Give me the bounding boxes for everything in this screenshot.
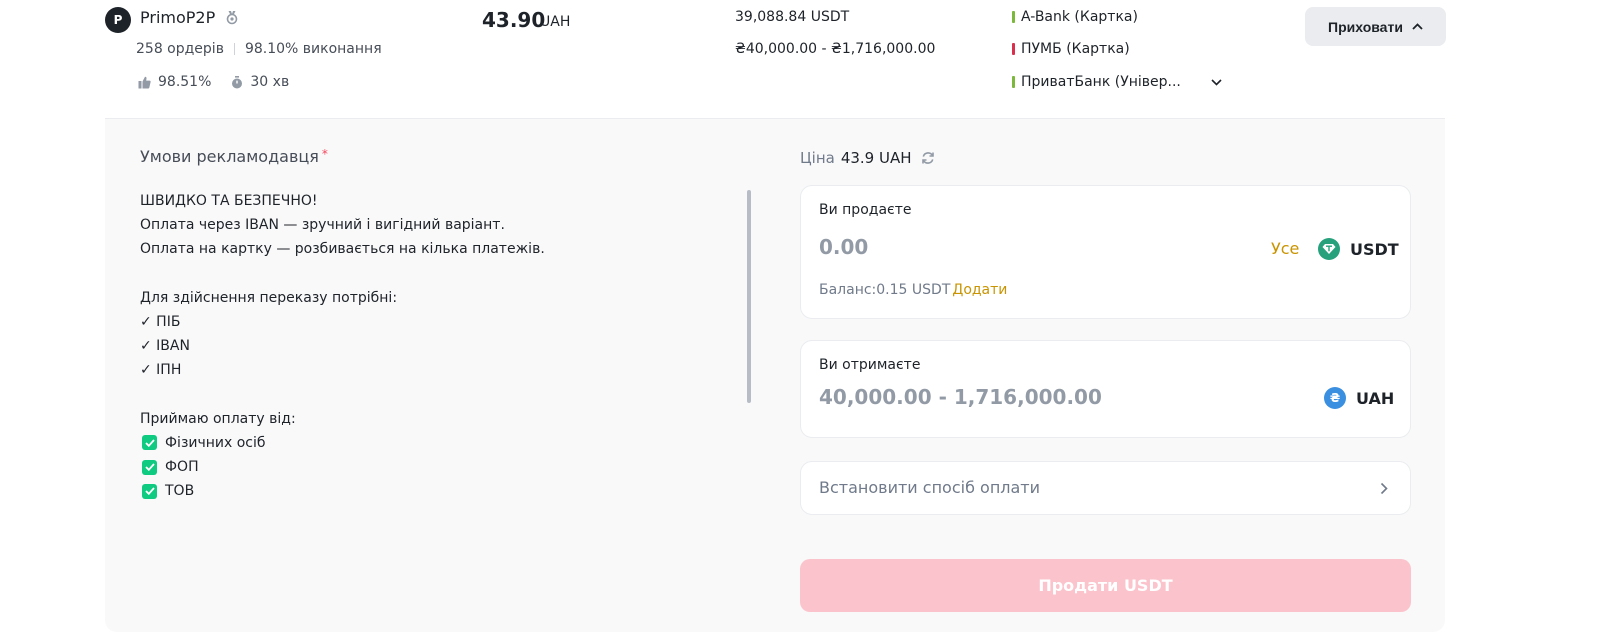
price-label: Ціна — [800, 149, 835, 167]
checkbox-checked-icon — [142, 435, 157, 451]
chevron-down-icon[interactable] — [1211, 78, 1222, 86]
sell-amount-box: Ви продаєте Усе USDT Баланс:0.15 USDTДод… — [800, 185, 1411, 319]
terms-line: ШВИДКО ТА БЕЗПЕЧНО! — [140, 189, 730, 213]
form-price: Ціна 43.9 UAH — [800, 149, 935, 167]
chevron-up-icon — [1412, 23, 1423, 30]
sell-usdt-button[interactable]: Продати USDT — [800, 559, 1411, 612]
terms-line-text: Оплата через IBAN — зручний і вигідний в… — [140, 217, 505, 234]
offer-row: P PrimoP2P 258 ордерів 98.10% виконання … — [0, 0, 1600, 118]
merchant-stats: 258 ордерів 98.10% виконання — [136, 41, 382, 57]
receive-amount-box: Ви отримаєте ₴ UAH — [800, 340, 1411, 438]
terms-checked-item: ФОП — [140, 455, 730, 479]
receive-currency: ₴ UAH — [1324, 387, 1394, 409]
payment-method-label: A-Bank (Картка) — [1021, 9, 1138, 25]
hide-offer-button[interactable]: Приховати — [1305, 7, 1446, 46]
refresh-icon[interactable] — [921, 151, 935, 165]
terms-line: ✓ ІПН — [140, 358, 730, 382]
payment-method-placeholder: Встановити спосіб оплати — [819, 478, 1041, 497]
timer-icon — [232, 75, 243, 88]
available-amount: 39,088.84 USDT — [735, 9, 850, 25]
terms-line-text: Фізичних осіб — [165, 434, 266, 451]
terms-line-text: ✓ ПІБ — [140, 313, 181, 330]
sell-currency-label: USDT — [1350, 239, 1399, 259]
terms-line: ✓ IBAN — [140, 334, 730, 358]
payment-method-pumb: ПУМБ (Картка) — [1012, 41, 1130, 57]
positive-rate: 98.51% — [158, 74, 212, 90]
terms-checked-item: Фізичних осіб — [140, 431, 730, 455]
completion-rate: 98.10% виконання — [244, 41, 382, 57]
payment-color-bar — [1012, 43, 1015, 55]
payment-method-label: ПриватБанк (Універ... — [1021, 74, 1181, 90]
checkbox-checked-icon — [142, 459, 157, 475]
price-value: 43.9 UAH — [840, 149, 912, 167]
advertiser-terms-title: Умови рекламодавця * — [140, 147, 328, 166]
receive-amount-input[interactable] — [819, 385, 1199, 409]
terms-line-text: ✓ ІПН — [140, 362, 182, 379]
payment-method-abank: A-Bank (Картка) — [1012, 9, 1138, 25]
sell-all-link[interactable]: Усе — [1271, 239, 1299, 258]
payment-color-bar — [1012, 76, 1015, 88]
terms-scrollbar[interactable] — [747, 190, 751, 403]
set-payment-method-selector[interactable]: Встановити спосіб оплати — [800, 461, 1411, 515]
advertiser-terms-text: ШВИДКО ТА БЕЗПЕЧНО! Оплата через IBAN — з… — [140, 189, 730, 503]
merchant-metrics: 98.51% 30 хв — [138, 74, 289, 90]
terms-line-text: ФОП — [165, 459, 199, 476]
sell-label: Ви продаєте — [819, 202, 912, 218]
terms-line-text: Оплата на картку — розбивається на кільк… — [140, 241, 545, 258]
sell-currency[interactable]: USDT — [1318, 238, 1399, 260]
order-limits: ₴40,000.00 - ₴1,716,000.00 — [735, 41, 936, 57]
checkbox-checked-icon — [142, 483, 157, 499]
terms-blank-line — [140, 262, 730, 286]
terms-line-text: ✓ IBAN — [140, 338, 190, 355]
balance-text: Баланс:0.15 USDT — [819, 282, 951, 298]
sell-amount-input[interactable] — [819, 235, 1199, 259]
terms-line-text: Для здійснення переказу потрібні: — [140, 289, 398, 306]
terms-line-text: ТОВ — [165, 483, 195, 500]
terms-line: Оплата через IBAN — зручний і вигідний в… — [140, 213, 730, 237]
merchant-name[interactable]: PrimoP2P — [140, 8, 215, 27]
avg-pay-time: 30 хв — [250, 74, 290, 90]
hide-button-label: Приховати — [1328, 18, 1403, 35]
hryvnia-coin-icon: ₴ — [1324, 387, 1346, 409]
terms-line: Для здійснення переказу потрібні: — [140, 286, 730, 310]
terms-line: Оплата на картку — розбивається на кільк… — [140, 237, 730, 261]
terms-checked-item: ТОВ — [140, 479, 730, 503]
chevron-right-icon — [1380, 482, 1388, 495]
terms-line-text: ШВИДКО ТА БЕЗПЕЧНО! — [140, 193, 318, 209]
payment-method-privatbank[interactable]: ПриватБанк (Універ... — [1012, 74, 1222, 90]
merchant-avatar[interactable]: P — [105, 7, 131, 33]
terms-line: Приймаю оплату від: — [140, 407, 730, 431]
balance-line: Баланс:0.15 USDT Додати — [819, 282, 1007, 298]
offer-price: 43.90 — [482, 8, 546, 32]
thumbs-up-icon — [138, 76, 151, 88]
required-mark: * — [321, 147, 328, 161]
offer-price-currency: UAH — [540, 14, 571, 30]
terms-line-text: Приймаю оплату від: — [140, 410, 296, 427]
receive-currency-label: UAH — [1356, 388, 1395, 408]
orders-count: 258 ордерів — [136, 41, 224, 57]
payment-method-label: ПУМБ (Картка) — [1021, 41, 1130, 57]
verified-merchant-badge-icon — [226, 11, 238, 25]
terms-blank-line — [140, 383, 730, 407]
receive-label: Ви отримаєте — [819, 357, 921, 373]
add-funds-link[interactable]: Додати — [952, 282, 1007, 298]
stat-divider — [233, 43, 235, 55]
terms-line: ✓ ПІБ — [140, 310, 730, 334]
usdt-coin-icon — [1318, 238, 1340, 260]
payment-color-bar — [1012, 11, 1015, 23]
